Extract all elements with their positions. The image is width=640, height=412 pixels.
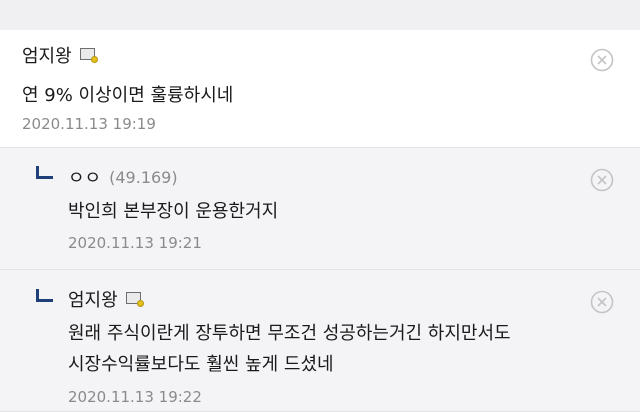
close-circle-icon	[590, 48, 614, 72]
comment-body: 연 9% 이상이면 훌륭하시네	[22, 80, 233, 111]
close-circle-icon	[590, 290, 614, 314]
reply-item: ㅇㅇ (49.169) 박인희 본부장이 운용한거지 2020.11.13 19…	[0, 148, 640, 270]
reply-author[interactable]: ㅇㅇ	[68, 164, 101, 190]
close-circle-icon	[590, 168, 614, 192]
reply-item: 엄지왕 원래 주식이란게 장투하면 무조건 성공하는거긴 하지만서도 시장수익률…	[0, 270, 640, 412]
reply-author[interactable]: 엄지왕	[68, 286, 118, 312]
delete-reply-button[interactable]	[590, 168, 614, 192]
reply-body: 박인희 본부장이 운용한거지	[68, 196, 278, 227]
delete-reply-button[interactable]	[590, 290, 614, 314]
reply-author-row: 엄지왕	[68, 286, 144, 312]
image-badge-icon	[125, 291, 144, 307]
delete-comment-button[interactable]	[590, 48, 614, 72]
reply-ip: (49.169)	[109, 167, 178, 187]
comment-timestamp: 2020.11.13 19:19	[22, 115, 156, 133]
reply-body-line: 시장수익률보다도 훨씬 높게 드셨네	[68, 354, 334, 375]
comment-author-row: 엄지왕	[22, 42, 98, 68]
reply-timestamp: 2020.11.13 19:21	[68, 234, 202, 252]
reply-author-row: ㅇㅇ (49.169)	[68, 164, 178, 190]
reply-body-line: 원래 주식이란게 장투하면 무조건 성공하는거긴 하지만서도	[68, 323, 511, 344]
image-badge-icon	[79, 47, 98, 63]
comment-author[interactable]: 엄지왕	[22, 42, 72, 68]
reply-arrow-icon	[36, 166, 53, 179]
reply-arrow-icon	[36, 289, 53, 302]
comment-page: 엄지왕 연 9% 이상이면 훌륭하시네 2020.11.13 19:19 ㅇㅇ …	[0, 0, 640, 412]
reply-timestamp: 2020.11.13 19:22	[68, 388, 202, 406]
reply-body-line: 박인희 본부장이 운용한거지	[68, 201, 279, 222]
comment-item: 엄지왕 연 9% 이상이면 훌륭하시네 2020.11.13 19:19	[0, 30, 640, 148]
top-divider-band	[0, 0, 640, 31]
reply-body: 원래 주식이란게 장투하면 무조건 성공하는거긴 하지만서도 시장수익률보다도 …	[68, 318, 511, 380]
comment-body-line: 연 9% 이상이면 훌륭하시네	[22, 85, 234, 106]
